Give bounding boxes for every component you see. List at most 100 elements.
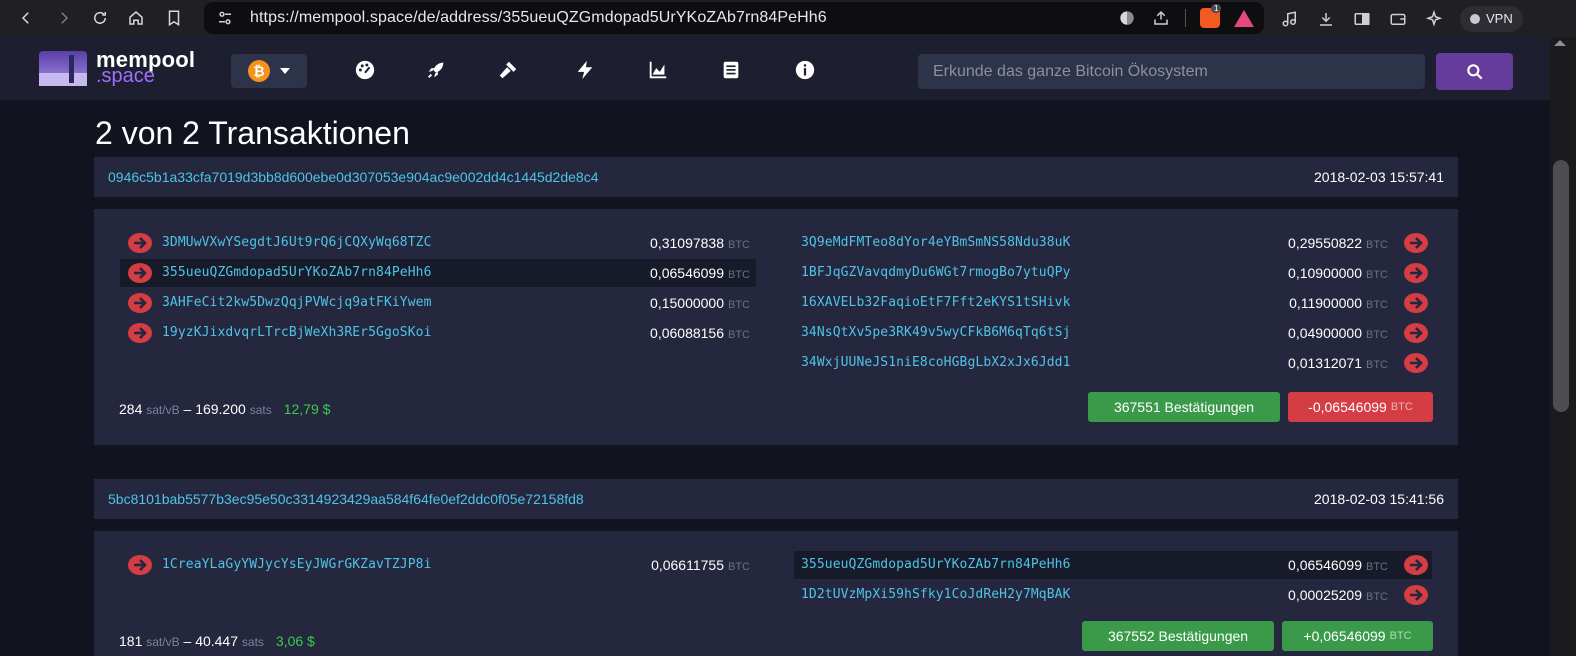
lightning-icon[interactable] [574,59,596,81]
btc-unit: BTC [728,239,750,251]
output-amount: 0,01312071 BTC [1288,355,1388,371]
media-icon[interactable] [1280,9,1300,29]
balance-delta-value: -0,06546099 [1308,399,1387,415]
confirmations-badge: 367552 Bestätigungen [1082,621,1274,651]
brave-rewards-icon[interactable] [1234,9,1254,27]
info-icon[interactable] [794,59,816,81]
input-amount: 0,31097838 BTC [650,235,750,251]
transaction-header: 0946c5b1a33cfa7019d3bb8d600ebe0d307053e9… [94,157,1458,197]
input-address-link[interactable]: 355ueuQZGmdopad5UrYKoZAb7rn84PeHh6 [162,265,432,280]
share-icon[interactable] [1151,8,1171,28]
output-amount: 0,06546099 BTC [1288,557,1388,573]
output-amount: 0,11900000 BTC [1289,295,1388,311]
address-bar[interactable]: https://mempool.space/de/address/355ueuQ… [204,2,1264,34]
rocket-icon[interactable] [425,59,447,81]
btc-unit: BTC [1366,359,1388,371]
wallet-icon[interactable] [1388,9,1408,29]
fee-sats-value: 169.200 [195,401,246,417]
output-amount-value: 0,10900000 [1288,265,1362,281]
home-icon[interactable] [120,3,152,33]
output-arrow-icon[interactable] [1404,233,1428,253]
btc-unit: BTC [1389,630,1412,642]
balance-delta-value: +0,06546099 [1303,628,1386,644]
output-address-link[interactable]: 355ueuQZGmdopad5UrYKoZAb7rn84PeHh6 [801,557,1071,572]
output-address-link[interactable]: 34WxjUUNeJS1niE8coHGBgLbX2xJx6Jdd1 [801,355,1071,370]
input-address-link[interactable]: 19yzKJixdvqrLTrcBjWeXh3REr5GgoSKoi [162,325,432,340]
output-address-link[interactable]: 34NsQtXv5pe3RK49v5wyCFkB6M6qTq6tSj [801,325,1071,340]
logo-text-space[interactable]: .space [96,65,155,88]
scroll-thumb[interactable] [1553,160,1569,412]
graphs-icon[interactable] [647,59,669,81]
btc-unit: BTC [1366,239,1388,251]
output-arrow-icon[interactable] [1404,353,1428,373]
download-icon[interactable] [1316,9,1336,29]
btc-unit: BTC [1366,329,1388,341]
input-amount: 0,06611755 BTC [651,557,750,573]
vpn-label: VPN [1486,11,1513,26]
input-address-link[interactable]: 3AHFeCit2kw5DwzQqjPVWcjq9atFKiYwem [162,295,432,310]
brave-shield-count: 1 [1211,4,1222,13]
input-address-link[interactable]: 3DMUwVXwYSegdtJ6Ut9rQ6jCQXyWq68TZC [162,235,432,250]
page-title: 2 von 2 Transaktionen [95,115,410,151]
output-arrow-icon[interactable] [1404,263,1428,283]
back-icon[interactable] [10,3,42,33]
output-address-link[interactable]: 16XAVELb32FaqioEtF7Fft2eKYS1tSHivk [801,295,1071,310]
output-amount: 0,10900000 BTC [1288,265,1388,281]
fee-rate-unit: sat/vB [146,403,180,417]
output-amount-value: 0,11900000 [1289,295,1362,311]
vpn-status-icon [1470,13,1480,24]
dashboard-icon[interactable] [354,59,376,81]
output-address-link[interactable]: 1BFJqGZVavqdmyDu6WGt7rmogBo7ytuQPy [801,265,1071,280]
url-text[interactable]: https://mempool.space/de/address/355ueuQ… [250,9,827,27]
txid-link[interactable]: 0946c5b1a33cfa7019d3bb8d600ebe0d307053e9… [108,169,599,185]
site-navbar: mempool .space ₿ Erkunde das ganze Bitco… [0,37,1550,100]
network-selector[interactable]: ₿ [231,54,307,88]
output-arrow-icon[interactable] [1404,293,1428,313]
transaction-header: 5bc8101bab5577b3ec95e50c3314923429aa584f… [94,479,1458,519]
btc-unit: BTC [1390,401,1413,413]
reload-icon[interactable] [84,3,116,33]
fee-sats-unit: sats [241,635,264,649]
input-amount-value: 0,06088156 [650,325,724,341]
input-arrow-icon[interactable] [128,293,152,313]
input-arrow-icon[interactable] [128,323,152,343]
output-arrow-icon[interactable] [1404,555,1428,575]
site-settings-icon[interactable] [216,9,234,27]
docs-icon[interactable] [720,59,742,81]
search-icon [1466,63,1482,79]
output-arrow-icon[interactable] [1404,585,1428,605]
output-amount-value: 0,04900000 [1288,325,1362,341]
fee-rate-unit: sat/vB [146,635,180,649]
fee-usd-value: 3,06 $ [275,633,315,649]
reader-icon[interactable] [1117,8,1137,28]
btc-unit: BTC [1366,269,1388,281]
forward-icon[interactable] [48,3,80,33]
balance-delta-badge: +0,06546099 BTC [1282,621,1433,651]
bookmark-icon[interactable] [158,3,190,33]
input-address-link[interactable]: 1CreaYLaGyYWJycYsEyJWGrGKZavTZJP8i [162,557,432,572]
output-amount: 0,00025209 BTC [1288,587,1388,603]
sidebar-icon[interactable] [1352,9,1372,29]
txid-link[interactable]: 5bc8101bab5577b3ec95e50c3314923429aa584f… [108,491,584,507]
output-amount-value: 0,29550822 [1288,235,1362,251]
input-arrow-icon[interactable] [128,263,152,283]
fee-info: 181 sat/vB – 40.447 sats 3,06 $ [119,633,315,649]
input-amount-value: 0,06546099 [650,265,724,281]
output-arrow-icon[interactable] [1404,323,1428,343]
mempool-logo-icon[interactable] [39,51,87,86]
leo-ai-icon[interactable] [1424,9,1444,29]
vpn-button[interactable]: VPN [1460,5,1523,32]
brave-shield-icon[interactable]: 1 [1200,4,1222,28]
search-input[interactable]: Erkunde das ganze Bitcoin Ökosystem [918,54,1425,89]
output-address-link[interactable]: 1D2tUVzMpXi59hSfky1CoJdReH2y7MqBAK [801,587,1071,602]
input-arrow-icon[interactable] [128,233,152,253]
input-arrow-icon[interactable] [128,555,152,575]
scroll-up-icon[interactable] [1554,40,1566,46]
output-amount: 0,04900000 BTC [1288,325,1388,341]
mining-hammer-icon[interactable] [497,59,519,81]
bitcoin-icon: ₿ [248,60,270,82]
output-amount-value: 0,01312071 [1288,355,1362,371]
url-separator [1185,9,1186,27]
output-address-link[interactable]: 3Q9eMdFMTeo8dYor4eYBmSmNS58Ndu38uK [801,235,1071,250]
search-button[interactable] [1436,53,1513,90]
